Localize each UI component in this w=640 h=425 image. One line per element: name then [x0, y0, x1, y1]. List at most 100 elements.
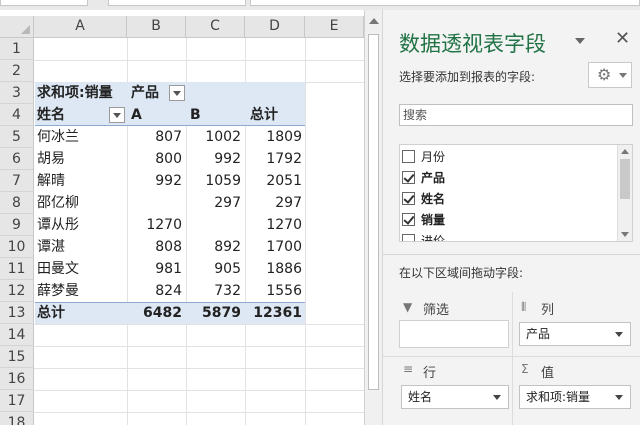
row-header-13[interactable]: 13: [0, 302, 34, 324]
grand-total-label[interactable]: 总计: [37, 302, 65, 324]
value-b[interactable]: 892: [186, 236, 241, 258]
pivot-data-row[interactable]: 薛梦曼 824 732 1556: [35, 280, 305, 302]
scroll-up-icon[interactable]: [369, 18, 379, 24]
pivot-row-field-label[interactable]: 姓名: [37, 104, 65, 126]
pivot-data-row[interactable]: 邵亿柳 297 297: [35, 192, 305, 214]
chevron-down-icon[interactable]: [615, 395, 623, 400]
pivot-data-row[interactable]: 谭湛 808 892 1700: [35, 236, 305, 258]
value-b[interactable]: 732: [186, 280, 241, 302]
field-item-sales[interactable]: 销量: [400, 210, 614, 230]
name-box-edge[interactable]: [0, 0, 88, 6]
value-total[interactable]: 1270: [245, 214, 302, 236]
pivot-data-row[interactable]: 谭从彤 1270 1270: [35, 214, 305, 236]
value-a[interactable]: 807: [127, 126, 182, 148]
value-total[interactable]: 297: [245, 192, 302, 214]
row-name[interactable]: 田曼文: [37, 258, 79, 280]
row-header-15[interactable]: 15: [0, 346, 34, 368]
pivot-column-item-b[interactable]: B: [190, 104, 201, 126]
value-b[interactable]: 1002: [186, 126, 241, 148]
value-a[interactable]: 981: [127, 258, 182, 280]
pivot-value-label[interactable]: 求和项:销量: [37, 82, 113, 104]
row-header-9[interactable]: 9: [0, 214, 34, 236]
checkbox-checked[interactable]: [402, 171, 415, 184]
column-header-d[interactable]: D: [245, 16, 305, 38]
field-list-settings-button[interactable]: ⚙: [588, 62, 632, 88]
field-item-product[interactable]: 产品: [400, 168, 614, 188]
checkbox-unchecked[interactable]: [402, 150, 415, 163]
pivot-data-row[interactable]: 胡易 800 992 1792: [35, 148, 305, 170]
value-total[interactable]: 1886: [245, 258, 302, 280]
row-name[interactable]: 邵亿柳: [37, 192, 79, 214]
pane-splitter[interactable]: [383, 254, 640, 255]
pivot-column-field-label[interactable]: 产品: [131, 82, 159, 104]
row-name[interactable]: 何冰兰: [37, 126, 79, 148]
grand-total-value[interactable]: 12361: [245, 302, 302, 324]
field-item-name[interactable]: 姓名: [400, 189, 614, 209]
select-all-corner[interactable]: [0, 16, 34, 38]
value-total[interactable]: 1700: [245, 236, 302, 258]
pivot-grand-total-row[interactable]: 总计 6482 5879 12361: [35, 302, 305, 324]
column-filter-dropdown-button[interactable]: [169, 85, 185, 101]
value-a[interactable]: 808: [127, 236, 182, 258]
row-name[interactable]: 解晴: [37, 170, 65, 192]
formula-input-edge[interactable]: [250, 0, 640, 6]
value-b[interactable]: 992: [186, 148, 241, 170]
pivot-data-row[interactable]: 何冰兰 807 1002 1809: [35, 126, 305, 148]
row-filter-dropdown-button[interactable]: [109, 107, 125, 123]
row-header-1[interactable]: 1: [0, 38, 34, 60]
value-b[interactable]: 905: [186, 258, 241, 280]
pane-options-chevron-icon[interactable]: [575, 38, 585, 44]
row-header-2[interactable]: 2: [0, 60, 34, 82]
field-list-scrollbar[interactable]: [617, 145, 632, 241]
field-item-month[interactable]: 月份: [400, 147, 614, 167]
row-header-7[interactable]: 7: [0, 170, 34, 192]
row-header-16[interactable]: 16: [0, 368, 34, 390]
row-header-10[interactable]: 10: [0, 236, 34, 258]
row-name[interactable]: 胡易: [37, 148, 65, 170]
row-header-5[interactable]: 5: [0, 126, 34, 148]
value-a[interactable]: 800: [127, 148, 182, 170]
value-b[interactable]: 297: [186, 192, 241, 214]
row-header-18[interactable]: 18: [0, 412, 34, 425]
checkbox-unchecked[interactable]: [402, 234, 415, 241]
columns-field-chip[interactable]: 产品: [519, 322, 631, 346]
column-header-c[interactable]: C: [186, 16, 245, 38]
column-header-a[interactable]: A: [34, 16, 127, 38]
row-name[interactable]: 谭从彤: [37, 214, 79, 236]
chevron-down-icon[interactable]: [615, 332, 623, 337]
grand-total-b[interactable]: 5879: [186, 302, 241, 324]
value-a[interactable]: [127, 192, 182, 214]
chevron-down-icon[interactable]: [493, 395, 501, 400]
pivot-data-row[interactable]: 解晴 992 1059 2051: [35, 170, 305, 192]
formula-controls-edge[interactable]: [108, 0, 246, 6]
close-icon[interactable]: ✕: [615, 28, 630, 49]
pivot-data-row[interactable]: 田曼文 981 905 1886: [35, 258, 305, 280]
filters-drop-zone[interactable]: [399, 320, 509, 348]
field-list[interactable]: 月份 产品 姓名 销量 进价: [399, 144, 633, 242]
value-total[interactable]: 1556: [245, 280, 302, 302]
row-header-3[interactable]: 3: [0, 82, 34, 104]
field-search-input[interactable]: [399, 104, 633, 126]
value-a[interactable]: 992: [127, 170, 182, 192]
row-header-8[interactable]: 8: [0, 192, 34, 214]
checkbox-checked[interactable]: [402, 192, 415, 205]
scroll-down-icon[interactable]: [621, 232, 629, 237]
row-header-14[interactable]: 14: [0, 324, 34, 346]
column-header-b[interactable]: B: [127, 16, 186, 38]
value-total[interactable]: 2051: [245, 170, 302, 192]
row-header-11[interactable]: 11: [0, 258, 34, 280]
row-header-6[interactable]: 6: [0, 148, 34, 170]
row-header-4[interactable]: 4: [0, 104, 34, 126]
values-field-chip[interactable]: 求和项:销量: [519, 385, 631, 409]
field-item-cost[interactable]: 进价: [400, 231, 614, 241]
grand-total-a[interactable]: 6482: [127, 302, 182, 324]
column-header-e[interactable]: E: [305, 16, 364, 38]
value-total[interactable]: 1792: [245, 148, 302, 170]
checkbox-checked[interactable]: [402, 213, 415, 226]
rows-field-chip[interactable]: 姓名: [401, 385, 509, 409]
value-b[interactable]: 1059: [186, 170, 241, 192]
scrollbar-thumb[interactable]: [368, 34, 379, 390]
value-a[interactable]: 824: [127, 280, 182, 302]
row-name[interactable]: 谭湛: [37, 236, 65, 258]
value-b[interactable]: [186, 214, 241, 236]
